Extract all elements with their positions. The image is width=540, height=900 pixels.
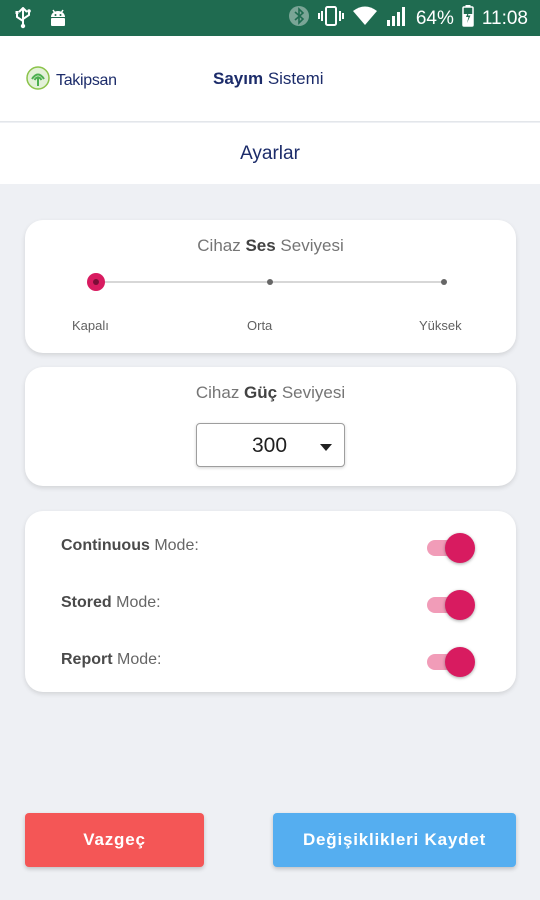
report-mode-label-rest: Mode:: [112, 651, 162, 668]
level-label-yuksek: Yüksek: [419, 318, 462, 333]
sound-slider-thumb[interactable]: [87, 273, 105, 291]
stored-mode-label: Stored Mode:: [61, 594, 161, 612]
stored-mode-toggle[interactable]: [427, 590, 475, 620]
wifi-icon: [352, 5, 378, 32]
power-title-pre: Cihaz: [195, 383, 245, 402]
cancel-button[interactable]: Vazgeç: [25, 813, 204, 867]
sound-title-bold: Ses: [245, 236, 276, 255]
toggle-thumb: [445, 647, 475, 677]
sound-title-post: Seviyesi: [275, 236, 344, 255]
power-level-card: Cihaz Güç Seviyesi 300: [25, 367, 516, 486]
report-mode-label-bold: Report: [61, 651, 113, 668]
app-title-bold: Sayım: [213, 69, 264, 88]
continuous-mode-label-bold: Continuous: [61, 537, 150, 554]
signal-icon: [386, 5, 408, 32]
continuous-mode-row: Continuous Mode:: [25, 527, 516, 567]
level-label-orta: Orta: [247, 318, 273, 333]
status-bar: 64% 11:08: [0, 0, 540, 36]
logo-text: Takipsan: [56, 71, 117, 89]
sound-level-title: Cihaz Ses Seviyesi: [25, 236, 516, 256]
power-level-select[interactable]: 300: [196, 423, 345, 467]
report-mode-row: Report Mode:: [25, 641, 516, 681]
report-mode-label: Report Mode:: [61, 651, 161, 669]
level-label-kapali: Kapalı: [72, 318, 109, 333]
app-title-rest: Sistemi: [263, 69, 324, 88]
modes-card: Continuous Mode: Stored Mode: Report Mod…: [25, 511, 516, 692]
battery-percent: 64%: [415, 7, 454, 29]
android-icon: [48, 8, 68, 33]
bluetooth-icon: [288, 5, 310, 32]
caret-down-icon: [320, 444, 332, 451]
power-level-title: Cihaz Güç Seviyesi: [25, 383, 516, 403]
power-level-value: 300: [252, 434, 288, 457]
clock: 11:08: [481, 7, 528, 29]
save-changes-button[interactable]: Değişiklikleri Kaydet: [273, 813, 516, 867]
continuous-mode-label: Continuous Mode:: [61, 537, 199, 555]
report-mode-toggle[interactable]: [427, 647, 475, 677]
app-title: Sayım Sistemi: [213, 69, 324, 89]
continuous-mode-toggle[interactable]: [427, 533, 475, 563]
stored-mode-row: Stored Mode:: [25, 584, 516, 624]
app-bar: Takipsan Sayım Sistemi: [0, 36, 540, 122]
page-header: Ayarlar: [0, 123, 540, 184]
power-title-post: Seviyesi: [277, 383, 346, 402]
toggle-thumb: [445, 590, 475, 620]
slider-tick-yuksek: [441, 279, 447, 285]
toggle-thumb: [445, 533, 475, 563]
stored-mode-label-bold: Stored: [61, 594, 112, 611]
battery-icon: [462, 5, 474, 32]
slider-tick-orta: [267, 279, 273, 285]
sound-level-card: Cihaz Ses Seviyesi Kapalı Orta Yüksek: [25, 220, 516, 353]
sound-title-pre: Cihaz: [197, 236, 246, 255]
rfid-wave-icon: [26, 66, 50, 95]
continuous-mode-label-rest: Mode:: [149, 537, 199, 554]
stored-mode-label-rest: Mode:: [111, 594, 161, 611]
page-title: Ayarlar: [240, 143, 300, 164]
power-title-bold: Güç: [244, 383, 278, 402]
vibrate-icon: [317, 5, 344, 32]
takipsan-logo: Takipsan: [26, 66, 117, 95]
usb-icon: [14, 6, 32, 34]
